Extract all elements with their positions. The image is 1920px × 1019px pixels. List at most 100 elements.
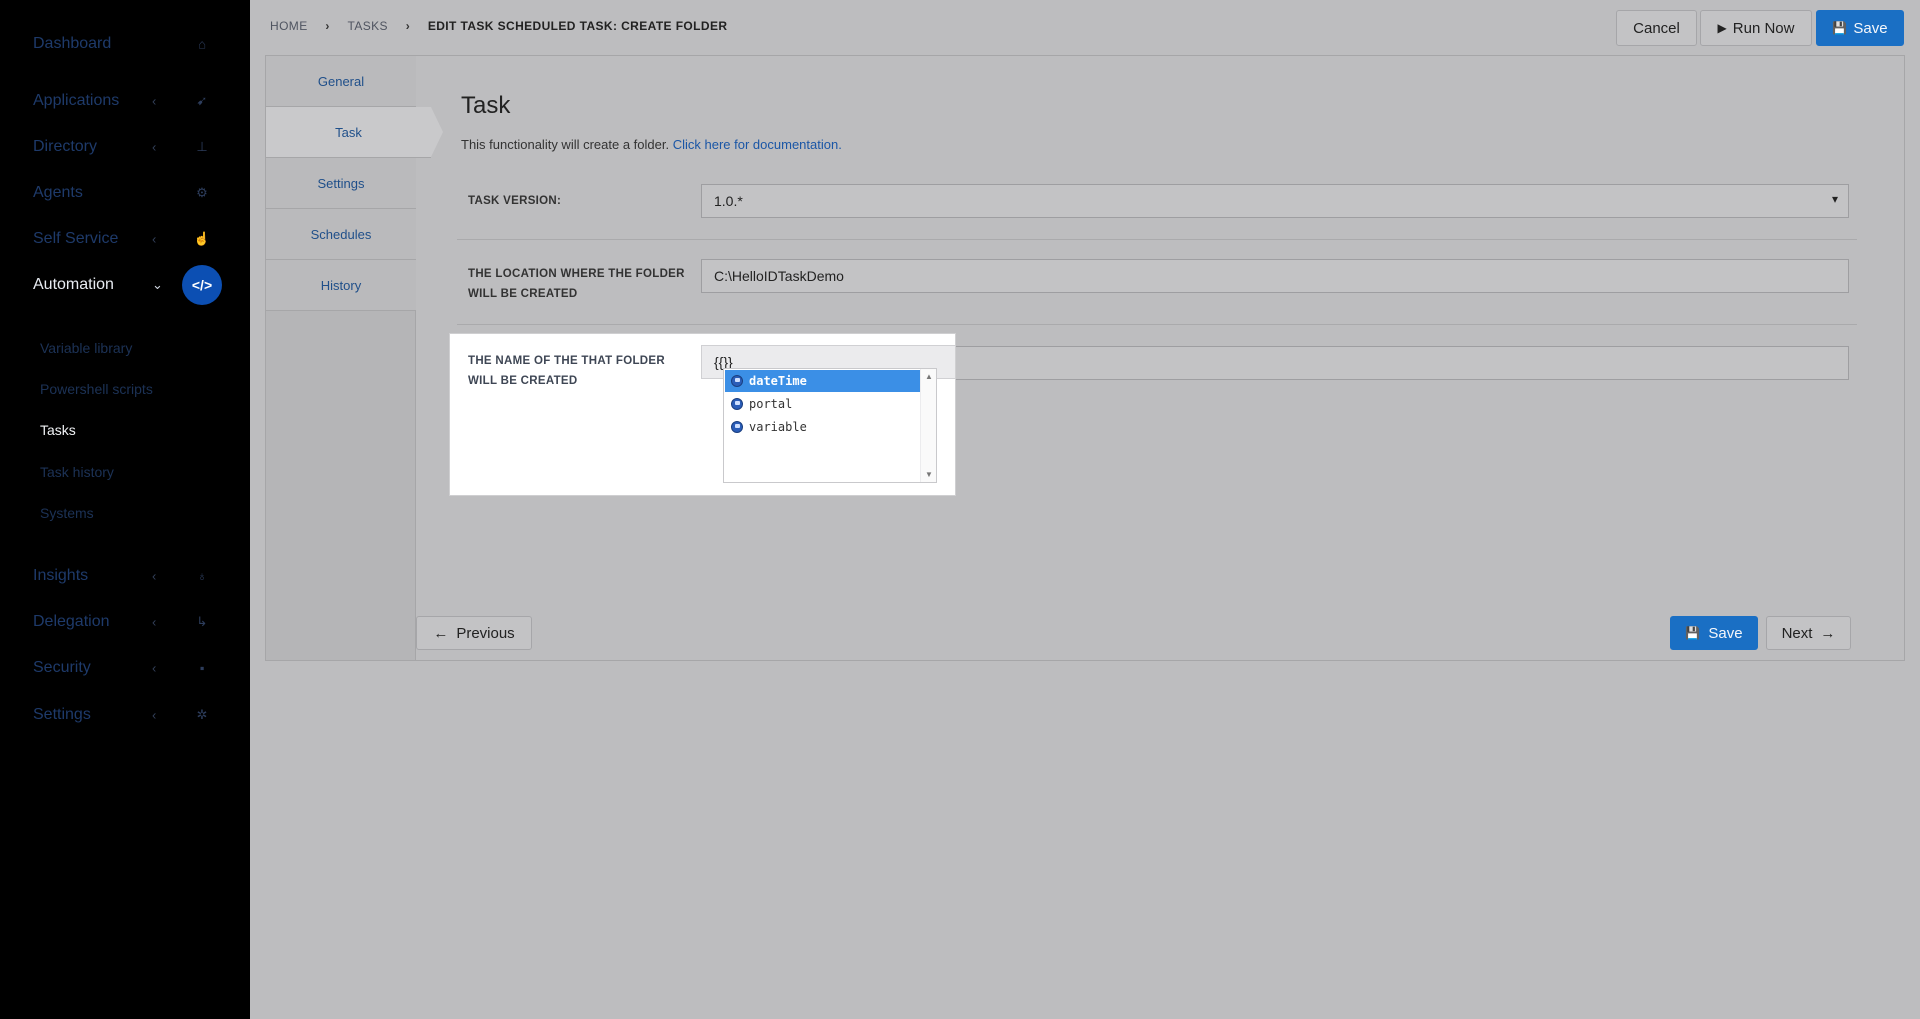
- sidebar-item-delegation[interactable]: Delegation ‹ ↳: [0, 599, 250, 645]
- folder-location-value: C:\HelloIDTaskDemo: [714, 268, 844, 284]
- play-icon: ▶: [1717, 21, 1727, 35]
- cancel-button-label: Cancel: [1633, 19, 1680, 37]
- chevron-right-icon: ›: [405, 18, 411, 33]
- sidebar-subitem-tasks[interactable]: Tasks: [40, 422, 76, 438]
- sidebar-item-label: Agents: [33, 184, 83, 201]
- task-version-value: 1.0.*: [714, 193, 743, 209]
- sidebar-item-applications[interactable]: Applications ‹ ➹: [0, 78, 250, 124]
- sidebar-item-automation[interactable]: Automation ⌄ </>: [0, 262, 250, 308]
- sidebar-subitem-powershell-scripts[interactable]: Powershell scripts: [40, 381, 153, 397]
- lock-icon: ▪: [199, 660, 205, 676]
- gear-icon: ✲: [196, 707, 208, 722]
- folder-name-label: THE NAME OF THE THAT FOLDER WILL BE CREA…: [468, 355, 665, 387]
- autocomplete-item-label: variable: [749, 420, 807, 434]
- task-version-select[interactable]: 1.0.*: [701, 184, 1849, 218]
- breadcrumb-current: EDIT TASK SCHEDULED TASK: CREATE FOLDER: [427, 18, 728, 33]
- sidebar-item-label: Security: [33, 659, 91, 676]
- save-icon: 💾: [1832, 21, 1848, 35]
- tab-label: Task: [335, 124, 362, 140]
- autocomplete-item-variable[interactable]: variable: [725, 416, 920, 438]
- breadcrumb-tasks[interactable]: TASKS: [347, 19, 387, 33]
- next-button-label: Next: [1781, 624, 1813, 642]
- page-title: Task: [461, 92, 511, 119]
- variable-icon: [731, 375, 743, 387]
- folder-name-field-highlight: THE NAME OF THE THAT FOLDER WILL BE CREA…: [450, 334, 955, 495]
- code-icon: </>: [182, 265, 222, 305]
- tab-list: General Task Settings Schedules History: [266, 56, 443, 660]
- arrow-right-icon: →: [1820, 624, 1836, 642]
- run-now-button[interactable]: ▶ Run Now: [1700, 10, 1812, 46]
- autocomplete-item-label: dateTime: [749, 374, 807, 388]
- autocomplete-scrollbar[interactable]: ▲ ▼: [920, 369, 936, 482]
- variable-icon: [731, 421, 743, 433]
- breadcrumb: HOME › TASKS › EDIT TASK SCHEDULED TASK:…: [270, 18, 727, 33]
- sidebar-item-insights[interactable]: Insights ‹ ♁: [0, 553, 250, 599]
- next-button[interactable]: Next →: [1766, 616, 1851, 650]
- task-version-label: TASK VERSION:: [468, 195, 562, 207]
- tab-label: Settings: [317, 175, 365, 191]
- sidebar-subitem-variable-library[interactable]: Variable library: [40, 340, 132, 356]
- tab-history[interactable]: History: [266, 260, 416, 311]
- chevron-left-icon: ‹: [152, 93, 157, 109]
- chevron-left-icon: ‹: [152, 568, 157, 584]
- task-description: This functionality will create a folder.…: [461, 137, 842, 152]
- chevron-left-icon: ‹: [152, 660, 157, 676]
- sitemap-icon: ⊥: [196, 139, 208, 154]
- home-icon: ⌂: [198, 36, 206, 52]
- tab-general[interactable]: General: [266, 56, 416, 107]
- sidebar-item-label: Self Service: [33, 230, 119, 247]
- sidebar-item-label: Insights: [33, 567, 89, 584]
- chevron-left-icon: ‹: [152, 231, 157, 247]
- tab-schedules[interactable]: Schedules: [266, 209, 416, 260]
- sidebar: Dashboard ⌂ Applications ‹ ➹ Directory ‹…: [0, 0, 250, 1019]
- save-icon: 💾: [1685, 626, 1701, 640]
- sidebar-item-label: Dashboard: [33, 35, 112, 52]
- sidebar-item-dashboard[interactable]: Dashboard ⌂: [0, 21, 250, 67]
- variable-icon: [731, 398, 743, 410]
- breadcrumb-home[interactable]: HOME: [270, 19, 308, 33]
- folder-location-label: THE LOCATION WHERE THE FOLDER WILL BE CR…: [468, 268, 685, 300]
- chevron-left-icon: ‹: [152, 139, 157, 155]
- sidebar-item-settings[interactable]: Settings ‹ ✲: [0, 692, 250, 738]
- agents-icon: ⚙: [196, 185, 208, 200]
- cancel-button[interactable]: Cancel: [1616, 10, 1697, 46]
- sidebar-item-security[interactable]: Security ‹ ▪: [0, 645, 250, 691]
- divider: [457, 239, 1857, 240]
- chevron-left-icon: ‹: [152, 614, 157, 630]
- rocket-icon: ➹: [196, 93, 208, 108]
- sidebar-item-label: Delegation: [33, 613, 110, 630]
- chevron-down-icon: ⌄: [152, 277, 163, 292]
- tab-label: Schedules: [310, 226, 372, 242]
- scroll-up-icon[interactable]: ▲: [925, 372, 933, 381]
- autocomplete-item-portal[interactable]: portal: [725, 393, 920, 415]
- sidebar-item-agents[interactable]: Agents ⚙: [0, 170, 250, 216]
- arrow-left-icon: ←: [433, 624, 449, 642]
- sidebar-item-self-service[interactable]: Self Service ‹ ☝: [0, 216, 250, 262]
- autocomplete-item-datetime[interactable]: dateTime: [725, 370, 920, 392]
- sidebar-subitem-systems[interactable]: Systems: [40, 505, 94, 521]
- tab-label: History: [320, 277, 362, 293]
- lightbulb-icon: ♁: [197, 568, 207, 584]
- previous-button-label: Previous: [456, 624, 515, 642]
- run-now-button-label: Run Now: [1732, 19, 1795, 37]
- footer-save-button[interactable]: 💾 Save: [1670, 616, 1758, 650]
- scroll-down-icon[interactable]: ▼: [925, 470, 933, 479]
- autocomplete-list: dateTime portal variable ▲ ▼: [723, 368, 937, 483]
- save-button[interactable]: 💾 Save: [1816, 10, 1904, 46]
- sidebar-item-label: Automation: [33, 276, 114, 293]
- previous-button[interactable]: ← Previous: [416, 616, 532, 650]
- documentation-link[interactable]: Click here for documentation.: [673, 137, 842, 152]
- footer-save-button-label: Save: [1708, 624, 1743, 642]
- tab-label: General: [317, 73, 365, 89]
- autocomplete-item-label: portal: [749, 397, 793, 411]
- sidebar-item-label: Directory: [33, 138, 98, 155]
- sidebar-item-label: Applications: [33, 92, 120, 109]
- sidebar-item-directory[interactable]: Directory ‹ ⊥: [0, 124, 250, 170]
- description-text: This functionality will create a folder.: [461, 137, 670, 152]
- chevron-right-icon: ›: [325, 18, 330, 33]
- hand-pointer-icon: ☝: [193, 231, 211, 246]
- sidebar-subitem-task-history[interactable]: Task history: [40, 464, 114, 480]
- tab-settings[interactable]: Settings: [266, 158, 416, 209]
- folder-location-input[interactable]: C:\HelloIDTaskDemo: [701, 259, 1849, 293]
- tab-task[interactable]: Task: [266, 107, 443, 158]
